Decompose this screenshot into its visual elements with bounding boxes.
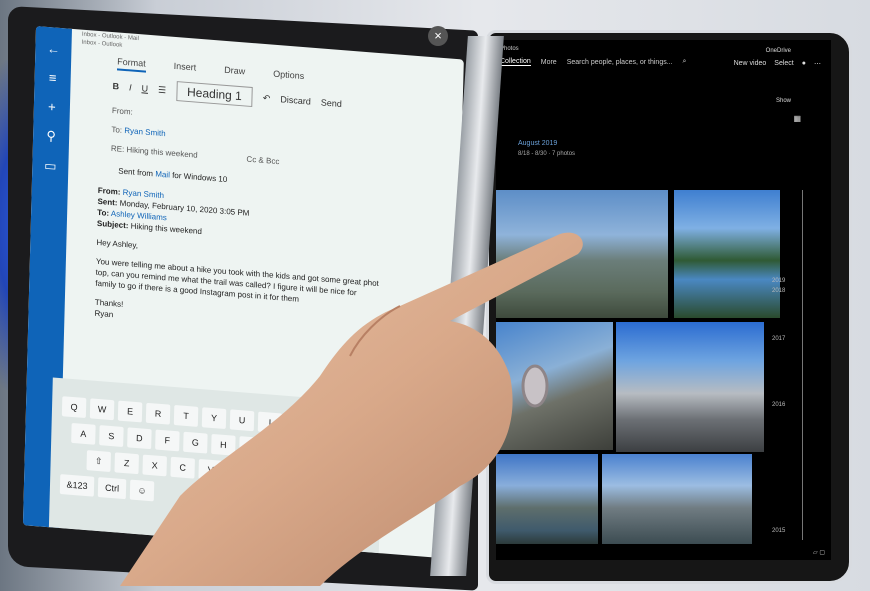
timeline-scrubber[interactable] bbox=[802, 190, 803, 540]
key-w[interactable]: W bbox=[89, 398, 115, 421]
bold-button[interactable]: B bbox=[112, 81, 119, 91]
cc-bcc-link[interactable]: Cc & Bcc bbox=[246, 155, 279, 167]
photos-commands: New video Select ● ⋯ bbox=[734, 60, 821, 68]
hamburger-menu-icon[interactable]: ≡ bbox=[34, 69, 70, 87]
show-button[interactable]: Show bbox=[776, 98, 791, 104]
style-dropdown[interactable]: Heading 1 bbox=[175, 81, 254, 108]
mail-link[interactable]: Mail bbox=[155, 169, 170, 179]
year-2016[interactable]: 2016 bbox=[772, 402, 785, 408]
photo-rugged-peak[interactable] bbox=[616, 322, 764, 452]
tab-insert[interactable]: Insert bbox=[173, 61, 197, 77]
mode-key[interactable]: &123 bbox=[59, 474, 95, 497]
shift-key-icon[interactable]: ⇧ bbox=[86, 450, 111, 473]
status-bar: ▱ ▢ bbox=[813, 550, 825, 556]
italic-button[interactable]: I bbox=[129, 82, 132, 92]
send-button[interactable]: Send bbox=[321, 97, 342, 109]
back-arrow-icon[interactable]: ← bbox=[35, 40, 71, 58]
new-mail-icon[interactable]: + bbox=[34, 98, 70, 116]
tab-draw[interactable]: Draw bbox=[224, 65, 245, 81]
person-icon[interactable]: ⚲ bbox=[33, 127, 69, 146]
key-q[interactable]: Q bbox=[61, 396, 87, 419]
search-input[interactable]: Search people, places, or things... bbox=[567, 59, 673, 66]
key-a[interactable]: A bbox=[71, 422, 96, 445]
date-header: August 2019 bbox=[518, 140, 558, 147]
folder-icon[interactable]: ▭ bbox=[32, 157, 68, 176]
onedrive-indicator[interactable]: OneDrive bbox=[766, 48, 791, 54]
recipient-link[interactable]: Ryan Smith bbox=[124, 126, 166, 138]
more-options-icon[interactable]: ⋯ bbox=[814, 60, 821, 68]
date-group: August 2019 8/18 - 8/30 · 7 photos bbox=[496, 100, 575, 157]
bullets-icon[interactable]: ☰ bbox=[158, 84, 166, 96]
new-video-button[interactable]: New video bbox=[734, 60, 767, 68]
tab-format[interactable]: Format bbox=[116, 56, 146, 73]
tab-more[interactable]: More bbox=[541, 59, 557, 66]
photo-mountain-range[interactable] bbox=[602, 454, 752, 544]
pointing-hand bbox=[120, 232, 583, 586]
date-range: 8/18 - 8/30 · 7 photos bbox=[518, 151, 576, 157]
year-2017[interactable]: 2017 bbox=[772, 336, 785, 342]
year-2018[interactable]: 2018 bbox=[772, 288, 785, 294]
discard-button[interactable]: Discard bbox=[280, 94, 311, 106]
search-icon[interactable]: ⌕ bbox=[683, 58, 687, 66]
avatar[interactable]: ● bbox=[802, 60, 806, 68]
tab-options[interactable]: Options bbox=[273, 69, 304, 85]
grid-view-icon[interactable]: ▦ bbox=[793, 114, 801, 123]
select-button[interactable]: Select bbox=[774, 60, 793, 68]
year-2019[interactable]: 2019 bbox=[772, 278, 785, 284]
year-2015[interactable]: 2015 bbox=[772, 528, 785, 534]
underline-button[interactable]: U bbox=[141, 83, 148, 93]
close-icon[interactable]: × bbox=[428, 26, 448, 46]
tab-collection[interactable]: Collection bbox=[500, 58, 531, 66]
undo-icon[interactable]: ↶ bbox=[263, 92, 271, 104]
photo-alpine-lake[interactable] bbox=[674, 190, 780, 318]
